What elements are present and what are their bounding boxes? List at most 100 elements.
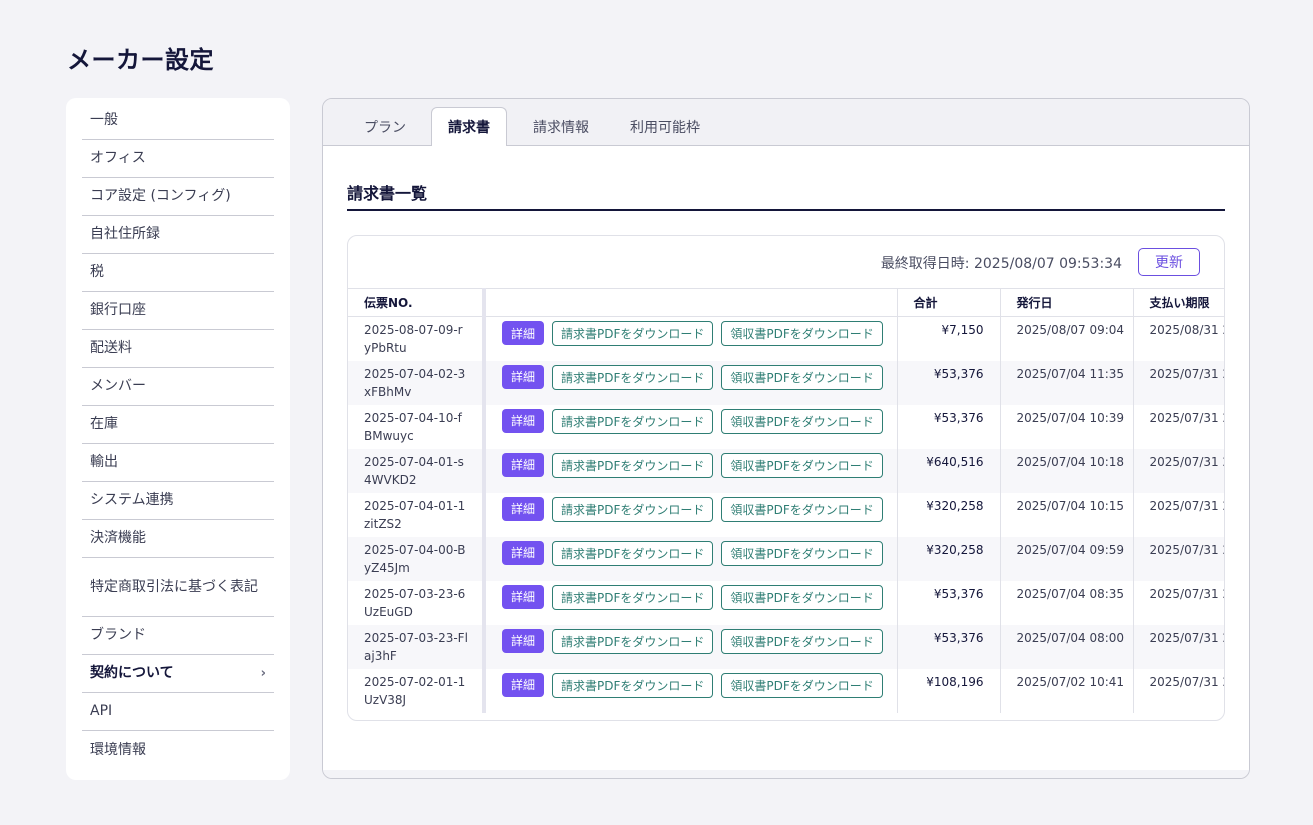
download-invoice-pdf-button[interactable]: 請求書PDFをダウンロード (552, 628, 714, 654)
row-actions: 詳細 請求書PDFをダウンロード 領収書PDFをダウンロード (484, 316, 898, 361)
download-receipt-pdf-button[interactable]: 領収書PDFをダウンロード (721, 452, 883, 478)
invoice-number: 2025-07-04-02-3xFBhMv (348, 360, 486, 405)
invoice-number: 2025-07-03-23-Flaj3hF (348, 624, 486, 669)
sidebar-item-members[interactable]: メンバー (82, 368, 274, 406)
sidebar-item-contract[interactable]: 契約について › (82, 655, 274, 693)
invoice-issued-date: 2025/07/04 10:15 (1000, 492, 1134, 537)
sidebar-item-label: メンバー (90, 378, 146, 394)
download-receipt-pdf-button[interactable]: 領収書PDFをダウンロード (721, 628, 883, 654)
table-row: 2025-08-07-09-ryPbRtu 詳細 請求書PDFをダウンロード 領収書P… (348, 316, 1224, 361)
download-receipt-pdf-button[interactable]: 領収書PDFをダウンロード (721, 321, 883, 346)
invoice-number: 2025-07-03-23-6UzEuGD (348, 580, 486, 625)
section-title: 請求書一覧 (347, 184, 428, 203)
sidebar-item-label: ブランド (90, 627, 146, 643)
detail-button[interactable]: 詳細 (502, 496, 544, 521)
row-actions: 詳細 請求書PDFをダウンロード 領収書PDFをダウンロード (484, 492, 898, 537)
invoice-list-card: 最終取得日時: 2025/08/07 09:53:34 更新 伝票NO. 合計 … (347, 235, 1225, 721)
sidebar-item-environment[interactable]: 環境情報 (82, 731, 274, 769)
invoice-total: ¥640,516 (897, 448, 1001, 493)
download-invoice-pdf-button[interactable]: 請求書PDFをダウンロード (552, 321, 714, 346)
download-invoice-pdf-button[interactable]: 請求書PDFをダウンロード (552, 584, 714, 610)
sidebar-item-office[interactable]: オフィス (82, 140, 274, 178)
section-divider (347, 209, 1225, 211)
tab-bar: プラン 請求書 請求情報 利用可能枠 (323, 99, 1249, 147)
sidebar-item-core-config[interactable]: コア設定 (コンフィグ) (82, 178, 274, 216)
download-receipt-pdf-button[interactable]: 領収書PDFをダウンロード (721, 408, 883, 434)
refresh-button[interactable]: 更新 (1138, 248, 1200, 276)
invoice-due-date: 2025/07/31 23:59 (1149, 674, 1225, 689)
sidebar-item-tax[interactable]: 税 (82, 254, 274, 292)
download-receipt-pdf-button[interactable]: 領収書PDFをダウンロード (721, 364, 883, 390)
download-invoice-pdf-button[interactable]: 請求書PDFをダウンロード (552, 364, 714, 390)
download-receipt-pdf-button[interactable]: 領収書PDFをダウンロード (721, 540, 883, 566)
sidebar-item-inventory[interactable]: 在庫 (82, 406, 274, 444)
row-actions: 詳細 請求書PDFをダウンロード 領収書PDFをダウンロード (484, 624, 898, 669)
table-row: 2025-07-03-23-6UzEuGD 詳細 請求書PDFをダウンロード 領収書P… (348, 580, 1224, 625)
sidebar-item-system-integration[interactable]: システム連携 (82, 482, 274, 520)
invoice-total: ¥53,376 (897, 404, 1001, 449)
invoice-total: ¥53,376 (897, 580, 1001, 625)
sidebar-item-bank-account[interactable]: 銀行口座 (82, 292, 274, 330)
sidebar-item-label: 一般 (90, 112, 118, 128)
download-invoice-pdf-button[interactable]: 請求書PDFをダウンロード (552, 408, 714, 434)
download-invoice-pdf-button[interactable]: 請求書PDFをダウンロード (552, 452, 714, 478)
table-row: 2025-07-04-01-1zitZS2 詳細 請求書PDFをダウンロード 領収書P… (348, 492, 1224, 537)
sidebar-item-label: 銀行口座 (90, 302, 146, 318)
column-header-issued[interactable]: 発行日 (1000, 288, 1134, 317)
tab-invoices[interactable]: 請求書 (431, 107, 507, 147)
download-invoice-pdf-button[interactable]: 請求書PDFをダウンロード (552, 540, 714, 566)
sidebar-item-label: 決済機能 (90, 530, 146, 546)
invoice-issued-date: 2025/08/07 09:04 (1000, 316, 1134, 361)
table-row: 2025-07-02-01-1UzV38J 詳細 請求書PDFをダウンロード 領収書P… (348, 668, 1225, 713)
sidebar-item-label: 特定商取引法に基づく表記 (90, 578, 258, 595)
column-header-due[interactable]: 支払い期限 (1133, 288, 1224, 317)
row-actions: 詳細 請求書PDFをダウンロード 領収書PDFをダウンロード (484, 448, 898, 493)
download-invoice-pdf-button[interactable]: 請求書PDFをダウンロード (552, 672, 714, 698)
invoice-total: ¥53,376 (897, 360, 1001, 405)
sidebar-item-api[interactable]: API (82, 693, 274, 731)
column-header-total[interactable]: 合計 (897, 288, 1001, 317)
tab-billing-info[interactable]: 請求情報 (519, 107, 603, 146)
sidebar-item-brand[interactable]: ブランド (82, 617, 274, 655)
invoice-total: ¥320,258 (897, 492, 1001, 537)
settings-sidebar: 一般 オフィス コア設定 (コンフィグ) 自社住所録 税 銀行口座 配送料 メン… (66, 98, 290, 780)
detail-button[interactable]: 詳細 (502, 628, 544, 653)
row-actions: 詳細 請求書PDFをダウンロード 領収書PDFをダウンロード (484, 580, 898, 625)
tab-available-credit[interactable]: 利用可能枠 (619, 107, 711, 146)
invoice-total: ¥320,258 (897, 536, 1001, 581)
detail-button[interactable]: 詳細 (502, 364, 544, 389)
sidebar-item-label: 輸出 (90, 454, 118, 470)
sidebar-item-commercial-law[interactable]: 特定商取引法に基づく表記 (82, 558, 274, 617)
detail-button[interactable]: 詳細 (502, 408, 544, 433)
tab-plan[interactable]: プラン (347, 107, 423, 146)
sidebar-item-address-book[interactable]: 自社住所録 (82, 216, 274, 254)
sidebar-item-label: 環境情報 (90, 741, 146, 758)
contract-panel: プラン 請求書 請求情報 利用可能枠 請求書一覧 最終取得日時: 2025/08… (322, 98, 1250, 779)
invoice-due-date: 2025/07/31 23:59 (1133, 536, 1224, 581)
sidebar-item-shipping[interactable]: 配送料 (82, 330, 274, 368)
detail-button[interactable]: 詳細 (502, 540, 544, 565)
invoice-due-date: 2025/07/31 23:59 (1133, 448, 1224, 493)
detail-button[interactable]: 詳細 (502, 584, 544, 609)
detail-button[interactable]: 詳細 (502, 452, 544, 477)
tab-content: 請求書一覧 最終取得日時: 2025/08/07 09:53:34 更新 伝票N… (323, 146, 1249, 770)
sidebar-item-payment[interactable]: 決済機能 (82, 520, 274, 558)
download-receipt-pdf-button[interactable]: 領収書PDFをダウンロード (721, 496, 883, 522)
sidebar-item-label: 税 (90, 264, 104, 280)
invoice-issued-date: 2025/07/04 09:59 (1000, 536, 1134, 581)
download-invoice-pdf-button[interactable]: 請求書PDFをダウンロード (552, 496, 714, 522)
sidebar-item-general[interactable]: 一般 (82, 102, 274, 140)
download-receipt-pdf-button[interactable]: 領収書PDFをダウンロード (721, 672, 883, 698)
sidebar-item-label: API (90, 703, 113, 719)
sidebar-item-export[interactable]: 輸出 (82, 444, 274, 482)
detail-button[interactable]: 詳細 (502, 321, 544, 345)
invoice-issued-date: 2025/07/04 08:35 (1000, 580, 1134, 625)
sidebar-item-label: 在庫 (90, 416, 118, 432)
table-row: 2025-07-04-00-ByZ45Jm 詳細 請求書PDFをダウンロード 領収書P… (348, 536, 1224, 581)
invoice-due-date: 2025/07/31 23:59 (1149, 410, 1225, 425)
download-receipt-pdf-button[interactable]: 領収書PDFをダウンロード (721, 584, 883, 610)
detail-button[interactable]: 詳細 (502, 672, 544, 697)
invoice-due-date: 2025/07/31 23:59 (1133, 624, 1224, 669)
column-header-invoice-no[interactable]: 伝票NO. (348, 288, 486, 317)
table-row: 2025-07-04-02-3xFBhMv 詳細 請求書PDFをダウンロード 領収書P… (348, 360, 1224, 405)
